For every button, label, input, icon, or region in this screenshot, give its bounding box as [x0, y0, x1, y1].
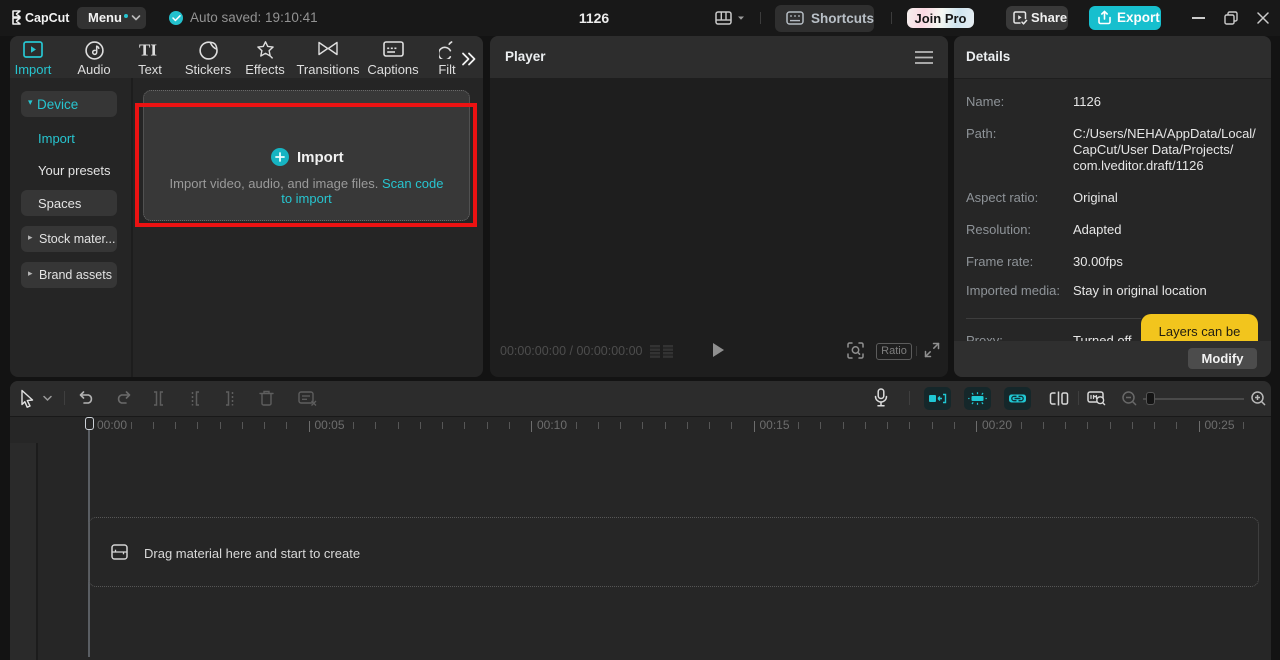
svg-text:TI: TI	[139, 41, 157, 58]
